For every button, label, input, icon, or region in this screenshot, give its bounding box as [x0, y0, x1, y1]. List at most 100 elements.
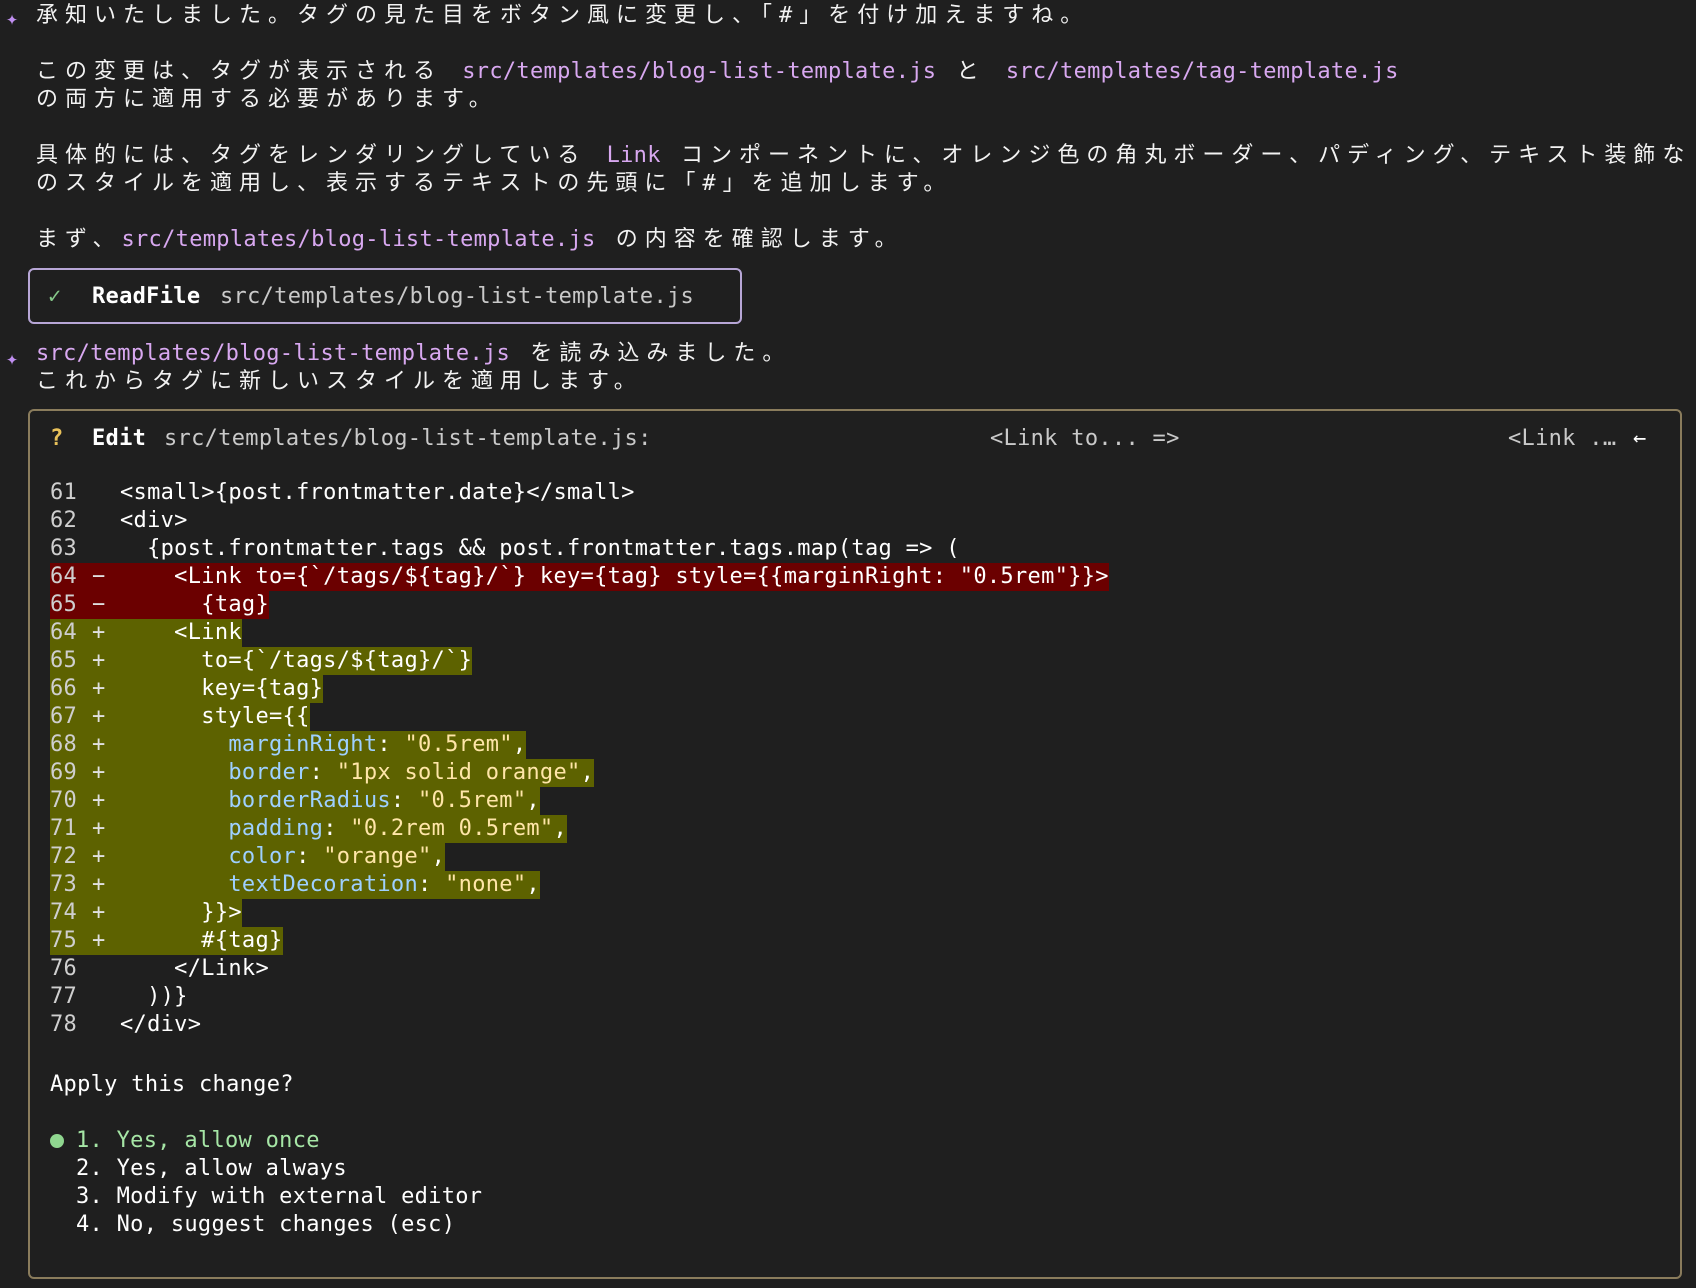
file-ref-blog-list: src/templates/blog-list-template.js [36, 341, 511, 366]
assistant-message-1: 承知いたしました。タグの見た目をボタン風に変更し、「#」を付け加えますね。 [36, 3, 1090, 28]
diff-line-content: 71 + padding: "0.2rem 0.5rem", [50, 815, 568, 843]
diff-line-content: 65− {tag} [50, 591, 269, 619]
tool-path: src/templates/blog-list-template.js [220, 284, 695, 309]
diff-line-content: 67 + style={{ [50, 703, 310, 731]
line-number: 69 [50, 760, 78, 785]
diff-line-context: 77 ))} [50, 983, 1109, 1011]
code-text: <Link [120, 620, 242, 645]
diff-sign: + [92, 844, 106, 869]
diff-sign: + [92, 704, 106, 729]
diff-line-content: 78 </div> [50, 1011, 201, 1039]
line-number: 66 [50, 676, 78, 701]
diff-line-content: 70 + borderRadius: "0.5rem", [50, 787, 540, 815]
diff-sign: + [92, 732, 106, 757]
line-number: 71 [50, 816, 78, 841]
line-number: 61 [50, 480, 78, 505]
line-number: 74 [50, 900, 78, 925]
diff-line-content: 77 ))} [50, 983, 188, 1011]
message-text: 具体的には、タグをレンダリングしている [36, 143, 607, 168]
diff-line-context: 61 <small>{post.frontmatter.date}</small> [50, 479, 1109, 507]
code-text: <div> [120, 508, 188, 533]
diff-line-content: 73 + textDecoration: "none", [50, 871, 540, 899]
code-ref-link: Link [606, 143, 661, 168]
assistant-message-4: まず、src/templates/blog-list-template.js の… [36, 226, 904, 254]
arrow-left-icon: ← [1633, 426, 1647, 451]
diff-line-content: 62 <div> [50, 507, 188, 535]
diff-line-content: 72 + color: "orange", [50, 843, 446, 871]
diff-line-added: 66 + key={tag} [50, 675, 1109, 703]
diff-sign: + [92, 620, 106, 645]
option-external-editor[interactable]: 3. Modify with external editor [50, 1183, 482, 1211]
diff-line-removed: 64− <Link to={`/tags/${tag}/`} key={tag}… [50, 563, 1109, 591]
diff-view[interactable]: 61 <small>{post.frontmatter.date}</small>… [50, 479, 1109, 1039]
assistant-message-5b: これからタグに新しいスタイルを適用します。 [36, 369, 643, 394]
code-text: textDecoration: "none", [228, 872, 540, 897]
message-text: まず、 [36, 227, 122, 252]
diff-line-added: 73 + textDecoration: "none", [50, 871, 1109, 899]
sparkle-icon: ✦ [6, 346, 19, 370]
diff-line-added: 65 + to={`/tags/${tag}/`} [50, 647, 1109, 675]
diff-line-added: 75 + #{tag} [50, 927, 1109, 955]
new-snippet-preview: <Link .… [1508, 426, 1617, 451]
apply-prompt: Apply this change? [50, 1072, 294, 1097]
diff-sign: + [92, 872, 106, 897]
diff-sign: + [92, 788, 106, 813]
line-number: 78 [50, 1012, 78, 1037]
option-label: 4. No, suggest changes (esc) [76, 1212, 456, 1237]
diff-line-added: 69 + border: "1px solid orange", [50, 759, 1109, 787]
code-text: key={tag} [120, 676, 324, 701]
diff-line-added: 68 + marginRight: "0.5rem", [50, 731, 1109, 759]
diff-line-added: 74 + }}> [50, 899, 1109, 927]
option-suggest-changes[interactable]: 4. No, suggest changes (esc) [50, 1211, 455, 1239]
diff-sign: + [92, 928, 106, 953]
code-text: to={`/tags/${tag}/`} [120, 648, 473, 673]
code-text: {post.frontmatter.tags && post.frontmatt… [120, 536, 960, 561]
diff-line-content: 75 + #{tag} [50, 927, 283, 955]
diff-line-context: 78 </div> [50, 1011, 1109, 1039]
line-number: 65 [50, 648, 78, 673]
line-number: 64 [50, 564, 78, 589]
diff-line-content: 65 + to={`/tags/${tag}/`} [50, 647, 473, 675]
diff-line-content: 76 </Link> [50, 955, 269, 983]
edit-tool-name: Edit [92, 426, 147, 451]
line-number: 76 [50, 956, 78, 981]
code-text: borderRadius: "0.5rem", [228, 788, 540, 813]
edit-confirmation-panel: ? Edit src/templates/blog-list-template.… [28, 409, 1682, 1279]
tool-call-readfile: ✓ ReadFile src/templates/blog-list-templ… [28, 268, 742, 324]
code-text: <small>{post.frontmatter.date}</small> [120, 480, 635, 505]
code-text: <Link to={`/tags/${tag}/`} key={tag} sty… [120, 564, 1109, 589]
old-snippet-preview: <Link to... => [990, 426, 1180, 451]
option-label: 1. Yes, allow once [76, 1128, 320, 1153]
diff-line-context: 63 {post.frontmatter.tags && post.frontm… [50, 535, 1109, 563]
edit-file-path: src/templates/blog-list-template.js: [164, 426, 652, 451]
sparkle-icon: ✦ [6, 6, 19, 30]
diff-sign: + [92, 816, 106, 841]
code-text: color: "orange", [228, 844, 446, 869]
assistant-message-2b: の両方に適用する必要があります。 [36, 87, 498, 112]
file-ref-blog-list: src/templates/blog-list-template.js [121, 227, 596, 252]
assistant-message-2a: この変更は、タグが表示される src/templates/blog-list-t… [36, 58, 1399, 86]
diff-line-context: 76 </Link> [50, 955, 1109, 983]
code-text: style={{ [120, 704, 310, 729]
line-number: 62 [50, 508, 78, 533]
option-allow-once[interactable]: 1. Yes, allow once [50, 1127, 320, 1155]
line-number: 63 [50, 536, 78, 561]
diff-line-content: 61 <small>{post.frontmatter.date}</small> [50, 479, 635, 507]
option-allow-always[interactable]: 2. Yes, allow always [50, 1155, 347, 1183]
diff-line-content: 64 + <Link [50, 619, 242, 647]
diff-sign: − [92, 592, 106, 617]
diff-line-added: 72 + color: "orange", [50, 843, 1109, 871]
line-number: 75 [50, 928, 78, 953]
message-text: この変更は、タグが表示される [36, 59, 463, 84]
line-number: 67 [50, 704, 78, 729]
diff-line-added: 71 + padding: "0.2rem 0.5rem", [50, 815, 1109, 843]
message-text: を読み込みました。 [510, 341, 792, 366]
diff-line-added: 67 + style={{ [50, 703, 1109, 731]
line-number: 68 [50, 732, 78, 757]
code-text: }}> [120, 900, 242, 925]
diff-sign: + [92, 900, 106, 925]
diff-sign: − [92, 564, 106, 589]
line-number: 77 [50, 984, 78, 1009]
diff-line-removed: 65− {tag} [50, 591, 1109, 619]
diff-sign: + [92, 648, 106, 673]
